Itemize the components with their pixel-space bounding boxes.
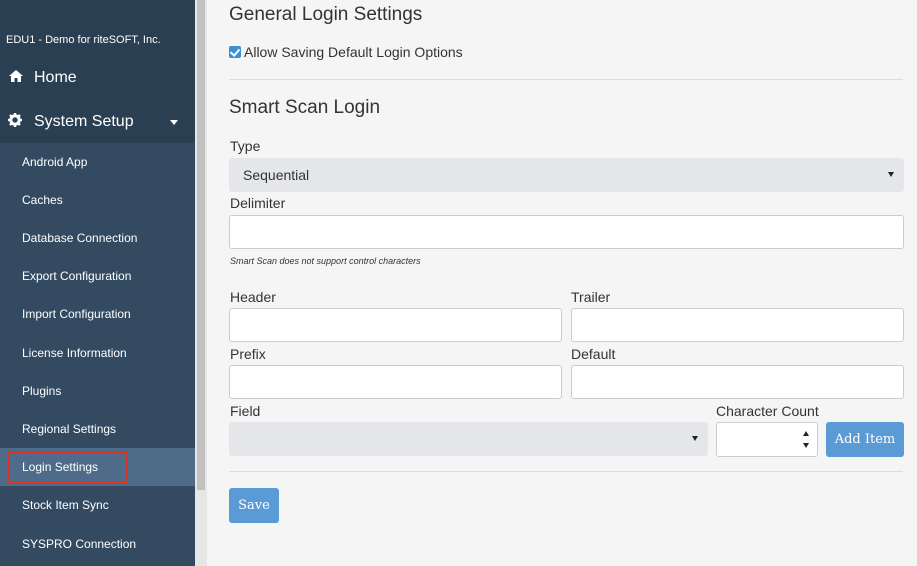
sidebar-item-label: Export Configuration <box>22 269 132 283</box>
allow-saving-checkbox[interactable] <box>229 46 241 58</box>
sidebar-item-license-information[interactable]: License Information <box>0 334 195 372</box>
sidebar-item-regional-settings[interactable]: Regional Settings <box>0 410 195 448</box>
type-select[interactable]: Sequential <box>229 158 904 192</box>
highlight-box <box>8 451 128 483</box>
trailer-label: Trailer <box>571 289 611 305</box>
general-settings-title: General Login Settings <box>229 4 423 25</box>
chevron-down-icon <box>888 172 894 177</box>
nav-home[interactable]: Home <box>0 58 195 98</box>
sidebar-item-caches[interactable]: Caches <box>0 181 195 219</box>
sidebar-item-login-settings[interactable]: Login Settings <box>0 448 195 486</box>
header-label: Header <box>230 289 276 305</box>
sidebar-item-android-app[interactable]: Android App <box>0 143 195 181</box>
sidebar-item-export-configuration[interactable]: Export Configuration <box>0 257 195 295</box>
nav-home-label: Home <box>34 69 77 86</box>
sidebar-item-label: Android App <box>22 155 88 169</box>
divider <box>229 79 903 80</box>
sidebar-item-label: Plugins <box>22 384 62 398</box>
home-icon <box>8 69 34 87</box>
delimiter-label: Delimiter <box>230 195 286 211</box>
nav-system-setup-label: System Setup <box>34 113 134 130</box>
sidebar-item-label: Regional Settings <box>22 422 117 436</box>
sidebar-item-stock-item-sync[interactable]: Stock Item Sync <box>0 486 195 524</box>
sidebar-item-label: Import Configuration <box>22 307 131 321</box>
sidebar-item-label: License Information <box>22 346 127 360</box>
type-select-value: Sequential <box>243 167 310 183</box>
smart-scan-title: Smart Scan Login <box>229 97 381 118</box>
sidebar-item-label: Stock Item Sync <box>22 498 109 512</box>
sidebar-item-label: Caches <box>22 193 63 207</box>
field-select[interactable] <box>229 422 708 456</box>
allow-saving-row[interactable]: Allow Saving Default Login Options <box>229 44 463 60</box>
character-count-label: Character Count <box>716 403 819 419</box>
default-label: Default <box>571 346 616 362</box>
sidebar-item-label: SYSPRO Connection <box>22 537 137 551</box>
chevron-down-icon <box>692 436 698 441</box>
sidebar-item-label: Database Connection <box>22 231 138 245</box>
spinner-buttons[interactable] <box>800 426 812 453</box>
sidebar-item-syspro-connection[interactable]: SYSPRO Connection <box>0 525 195 563</box>
delimiter-hint: Smart Scan does not support control char… <box>230 256 421 266</box>
nav-system-setup[interactable]: System Setup <box>0 102 195 142</box>
prefix-label: Prefix <box>230 346 266 362</box>
caret-down-icon <box>170 120 178 125</box>
type-label: Type <box>230 138 261 154</box>
prefix-input[interactable] <box>229 365 562 399</box>
spinner-down-icon[interactable] <box>803 443 809 448</box>
sidebar-item-import-configuration[interactable]: Import Configuration <box>0 295 195 333</box>
trailer-input[interactable] <box>571 308 904 342</box>
gear-icon <box>8 113 34 131</box>
delimiter-input[interactable] <box>229 215 904 249</box>
sidebar-item-database-connection[interactable]: Database Connection <box>0 219 195 257</box>
character-count-input[interactable] <box>716 422 818 457</box>
spinner-up-icon[interactable] <box>803 431 809 436</box>
main-content: General Login Settings Allow Saving Defa… <box>207 0 917 566</box>
save-button[interactable]: Save <box>229 488 279 523</box>
org-name: EDU1 - Demo for riteSOFT, Inc. <box>6 34 161 46</box>
default-input[interactable] <box>571 365 904 399</box>
field-label: Field <box>230 403 261 419</box>
allow-saving-label: Allow Saving Default Login Options <box>244 44 463 60</box>
sidebar-scrollbar-thumb[interactable] <box>197 0 205 490</box>
sidebar-item-plugins[interactable]: Plugins <box>0 372 195 410</box>
header-input[interactable] <box>229 308 562 342</box>
divider <box>229 471 903 472</box>
add-item-button[interactable]: Add Item <box>826 422 904 457</box>
